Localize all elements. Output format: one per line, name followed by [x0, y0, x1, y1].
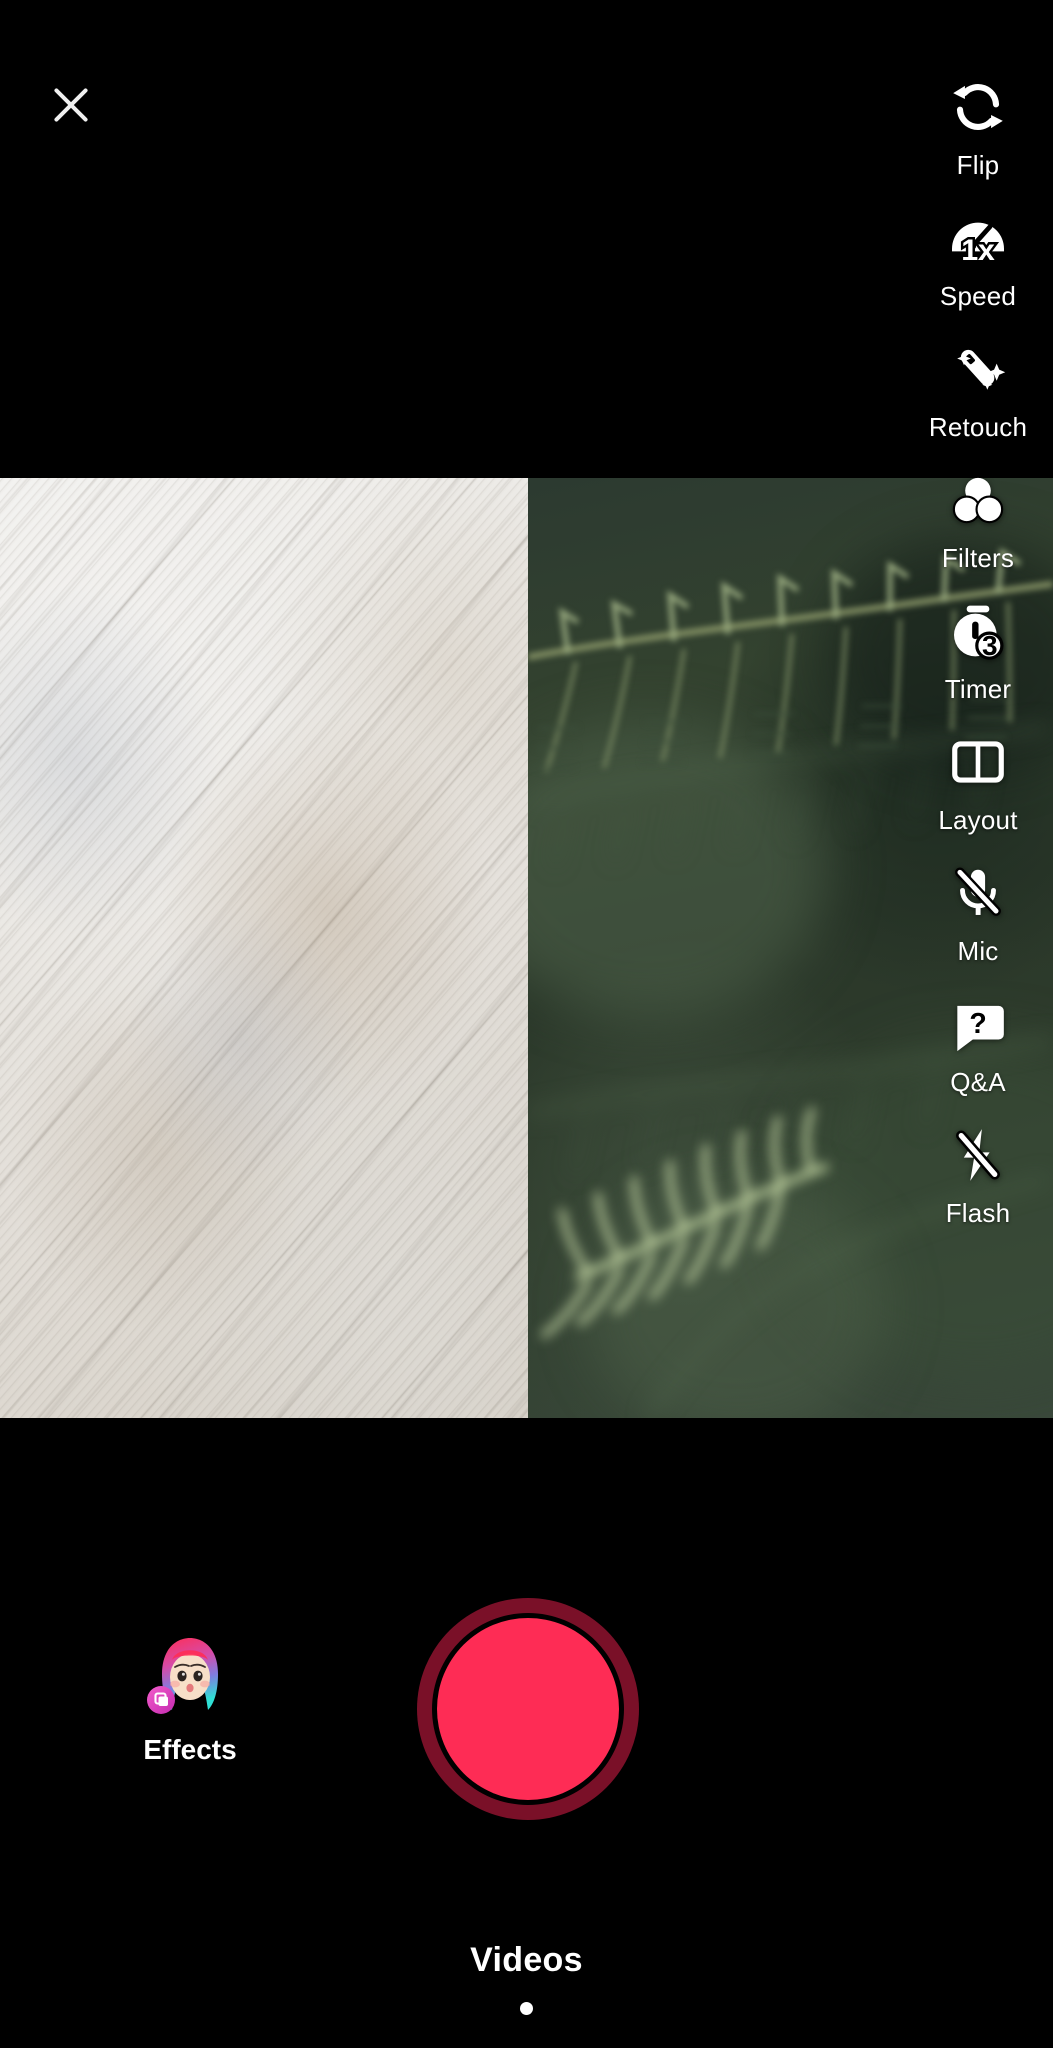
tool-flash[interactable]: Flash: [903, 1118, 1053, 1228]
tool-rail: Flip 1x 1x Speed Retouch Filters 3 Timer…: [903, 70, 1053, 1249]
magic-wand-icon: [941, 332, 1015, 406]
speedometer-icon: 1x 1x: [941, 201, 1015, 275]
tool-label-speed: Speed: [939, 281, 1017, 311]
wood-cool-patches: [0, 478, 528, 1418]
tool-label-retouch: Retouch: [928, 412, 1028, 442]
timer-value: 3: [982, 629, 998, 661]
close-icon: [54, 88, 88, 122]
camera-screen: Flip 1x 1x Speed Retouch Filters 3 Timer…: [0, 0, 1053, 2048]
tool-label-mic: Mic: [957, 936, 999, 966]
tool-label-timer: Timer: [944, 674, 1012, 704]
tool-label-layout: Layout: [938, 805, 1018, 835]
record-button[interactable]: [417, 1598, 639, 1820]
camera-preview[interactable]: [0, 478, 1053, 1418]
tool-retouch[interactable]: Retouch: [903, 332, 1053, 442]
svg-text:?: ?: [969, 1008, 986, 1040]
tool-speed[interactable]: 1x 1x Speed: [903, 201, 1053, 311]
filters-circles-icon: [941, 463, 1015, 537]
effects-button[interactable]: Effects: [104, 1630, 276, 1766]
flash-off-icon: [941, 1118, 1015, 1192]
tool-mic[interactable]: Mic: [903, 856, 1053, 966]
layout-split-icon: [941, 725, 1015, 799]
speed-value-fill: 1x: [961, 234, 995, 267]
mic-muted-icon: [941, 856, 1015, 930]
effects-avatar-icon: [142, 1630, 238, 1726]
tool-label-filters: Filters: [941, 543, 1015, 573]
tool-timer[interactable]: 3 Timer: [903, 594, 1053, 704]
mode-selected-label[interactable]: Videos: [470, 1940, 583, 1980]
tool-label-qa: Q&A: [950, 1067, 1006, 1097]
tool-qa[interactable]: ? Q&A: [903, 987, 1053, 1097]
tool-label-flash: Flash: [945, 1198, 1011, 1228]
record-button-fill: [437, 1618, 619, 1800]
close-button[interactable]: [38, 72, 104, 138]
page-dot-active: [520, 2002, 533, 2015]
tool-layout[interactable]: Layout: [903, 725, 1053, 835]
tool-label-flip: Flip: [956, 150, 1000, 180]
question-bubble-icon: ?: [941, 987, 1015, 1061]
flip-camera-icon: [941, 70, 1015, 144]
stopwatch-icon: 3: [941, 594, 1015, 668]
page-indicator: [520, 2002, 533, 2015]
effects-label: Effects: [143, 1734, 237, 1765]
tool-flip[interactable]: Flip: [903, 70, 1053, 180]
tool-filters[interactable]: Filters: [903, 463, 1053, 573]
preview-pane-left[interactable]: [0, 478, 528, 1418]
mode-strip: Videos: [0, 1940, 1053, 2015]
